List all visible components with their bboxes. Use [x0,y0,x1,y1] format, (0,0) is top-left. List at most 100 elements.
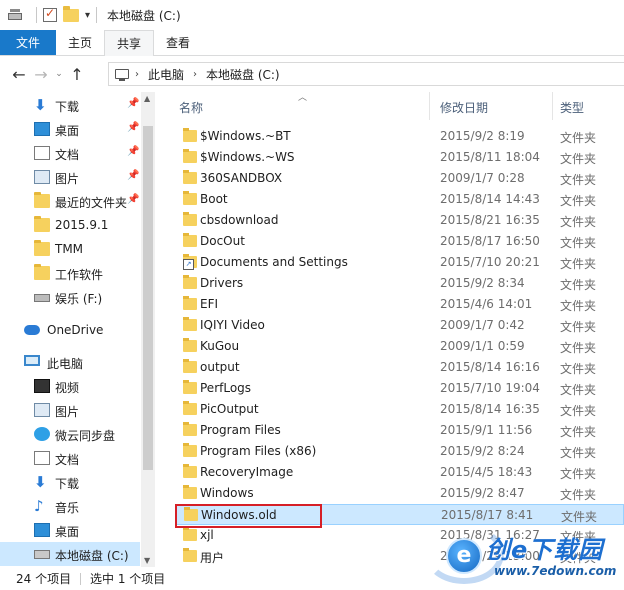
file-name: IQIYI Video [200,318,265,332]
tab-share[interactable]: 共享 [104,30,155,56]
file-row[interactable]: Windows 2015/9/2 8:47 文件夹 [175,483,624,504]
nav-item-onedrive[interactable]: OneDrive [0,318,140,342]
nav-item-recent-folders[interactable]: 最近的文件夹 📌 [0,189,140,213]
folder-icon [183,485,197,499]
file-name: EFI [200,297,219,311]
breadcrumb-local-disk-c[interactable]: 本地磁盘 (C:) [206,66,280,83]
file-row[interactable]: DocOut 2015/8/17 16:50 文件夹 [175,231,624,252]
pictures-icon [34,403,50,417]
nav-item-drive-f[interactable]: 娱乐 (F:) [0,285,140,309]
file-row[interactable]: $Windows.~WS 2015/8/11 18:04 文件夹 [175,147,624,168]
tab-home[interactable]: 主页 [56,30,104,55]
nav-item-documents[interactable]: 文档 [0,446,140,470]
file-type: 文件夹 [560,467,597,481]
nav-item-local-disk-c[interactable]: 本地磁盘 (C:) [0,542,140,566]
nav-item-folder-2015-9-1[interactable]: 2015.9.1 [0,213,140,237]
tab-view[interactable]: 查看 [154,30,202,55]
file-row[interactable]: Program Files 2015/9/1 11:56 文件夹 [175,420,624,441]
file-name: output [200,360,240,374]
navigation-pane: ⬇ 下载 📌 桌面 📌 文档 📌 图片 📌 最近的文件夹 📌 2015.9.1 … [0,92,155,567]
column-modified[interactable]: 修改日期 [440,99,488,116]
watermark-brand: 创e下载园 [486,536,604,564]
status-divider [80,573,81,585]
recent-locations-chevron-icon[interactable]: ⌄ [52,69,66,79]
column-header: ︿ 名称 修改日期 类型 [155,92,624,124]
onedrive-icon [24,325,40,335]
file-type: 文件夹 [560,299,597,313]
window-title: 本地磁盘 (C:) [107,8,181,23]
file-row[interactable]: EFI 2015/4/6 14:01 文件夹 [175,294,624,315]
scrollbar-thumb[interactable] [143,126,153,470]
file-row[interactable]: PicOutput 2015/8/14 16:35 文件夹 [175,399,624,420]
nav-item-downloads-quick[interactable]: ⬇ 下载 📌 [0,93,140,117]
nav-item-downloads[interactable]: ⬇ 下载 [0,470,140,494]
download-icon: ⬇ [34,96,47,114]
file-row[interactable]: Boot 2015/8/14 14:43 文件夹 [175,189,624,210]
properties-icon[interactable] [43,6,57,22]
column-name[interactable]: 名称 [179,99,203,116]
nav-item-label: 微云同步盘 [55,429,116,443]
nav-item-pictures-quick[interactable]: 图片 📌 [0,165,140,189]
watermark-logo-icon: e [446,538,482,574]
music-icon: ♪ [34,497,44,515]
pin-icon: 📌 [127,170,140,181]
nav-item-weiyun[interactable]: 微云同步盘 [0,422,140,446]
tab-file[interactable]: 文件 [0,30,57,55]
file-row[interactable]: Program Files (x86) 2015/9/2 8:24 文件夹 [175,441,624,462]
nav-scrollbar[interactable]: ▲ ▼ [141,92,155,567]
nav-item-music[interactable]: ♪ 音乐 [0,494,140,518]
file-row[interactable]: Documents and Settings 2015/7/10 20:21 文件夹 [175,252,624,273]
nav-item-label: OneDrive [47,323,104,337]
nav-item-label: 桌面 [55,124,80,138]
file-row[interactable]: IQIYI Video 2009/1/7 0:42 文件夹 [175,315,624,336]
nav-item-label: 图片 [55,172,80,186]
computer-icon[interactable] [8,8,24,22]
up-arrow-icon[interactable]: ↑ [66,65,88,84]
forward-arrow-icon[interactable]: → [30,65,52,84]
scroll-down-arrow-icon[interactable]: ▼ [144,556,150,565]
file-date: 2015/9/2 8:19 [440,129,525,143]
file-row[interactable]: PerfLogs 2015/7/10 19:04 文件夹 [175,378,624,399]
file-row[interactable]: RecoveryImage 2015/4/5 18:43 文件夹 [175,462,624,483]
breadcrumb-separator-icon[interactable]: › [135,69,139,80]
address-bar[interactable]: › 此电脑 › 本地磁盘 (C:) [108,62,624,86]
breadcrumb-separator-icon[interactable]: › [193,69,197,80]
nav-item-pictures[interactable]: 图片 [0,398,140,422]
scroll-up-arrow-icon[interactable]: ▲ [144,94,150,103]
sort-ascending-icon: ︿ [298,93,308,103]
customize-toolbar-caret-icon[interactable]: ▾ [85,10,90,21]
nav-item-videos[interactable]: 视频 [0,374,140,398]
breadcrumb-this-pc[interactable]: 此电脑 [148,66,184,83]
nav-item-label: 本地磁盘 (C:) [55,549,129,563]
pin-icon: 📌 [127,146,140,157]
nav-item-documents-quick[interactable]: 文档 📌 [0,141,140,165]
file-row[interactable]: KuGou 2009/1/1 0:59 文件夹 [175,336,624,357]
file-date: 2015/8/14 14:43 [440,192,540,206]
folder-icon [183,338,197,352]
nav-item-folder-work-software[interactable]: 工作软件 [0,261,140,285]
nav-item-folder-tmm[interactable]: TMM [0,237,140,261]
file-row[interactable]: Drivers 2015/9/2 8:34 文件夹 [175,273,624,294]
new-folder-icon[interactable] [63,5,79,22]
video-icon [34,379,50,393]
file-row[interactable]: cbsdownload 2015/8/21 16:35 文件夹 [175,210,624,231]
nav-item-desktop[interactable]: 桌面 [0,518,140,542]
file-row[interactable]: $Windows.~BT 2015/9/2 8:19 文件夹 [175,126,624,147]
column-type[interactable]: 类型 [560,99,584,116]
file-row[interactable]: 360SANDBOX 2009/1/7 0:28 文件夹 [175,168,624,189]
column-divider[interactable] [552,92,553,120]
system-drive-icon [34,550,50,559]
drive-icon [34,294,50,302]
file-type: 文件夹 [560,173,597,187]
back-arrow-icon[interactable]: ← [8,65,30,84]
pictures-icon [34,170,50,184]
nav-item-desktop-quick[interactable]: 桌面 📌 [0,117,140,141]
file-name: $Windows.~WS [200,150,295,164]
file-name: Program Files (x86) [200,444,317,458]
file-row[interactable]: output 2015/8/14 16:16 文件夹 [175,357,624,378]
file-type: 文件夹 [560,152,597,166]
nav-item-label: 文档 [55,148,80,162]
nav-item-this-pc[interactable]: 此电脑 [0,350,140,374]
folder-icon [34,264,50,280]
column-divider[interactable] [429,92,430,120]
